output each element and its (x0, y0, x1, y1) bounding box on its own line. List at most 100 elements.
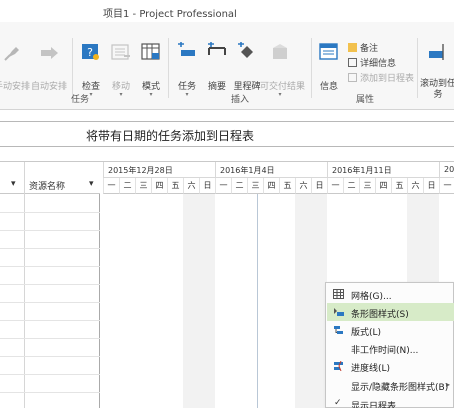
ribbon: 手动安排 自动安排 ? 检查 ▾ 移动 ▾ 模式 ▾ 任务 任务 ▾ 摘要 里程… (0, 22, 454, 110)
timescale-day: 日 (199, 178, 215, 194)
table-row[interactable] (0, 284, 100, 285)
scroll-to-task-button[interactable]: 滚动到任务 (419, 36, 454, 100)
table-row[interactable] (0, 212, 100, 213)
group-label-tasks: 任务 (71, 95, 90, 105)
add-to-timeline-button[interactable]: 添加到日程表 (348, 71, 414, 84)
timescale-day: 五 (167, 178, 183, 194)
table-row[interactable] (0, 392, 100, 393)
deliverable-button[interactable]: 可交付结果 ▾ (260, 36, 305, 98)
information-button[interactable]: 信息 (309, 36, 349, 98)
timescale-day: 一 (215, 178, 231, 194)
details-icon (348, 58, 357, 67)
menu-item-label: 条形图样式(S) (351, 310, 409, 320)
menu-item-bar-styles[interactable]: 条形图样式(S) (327, 303, 454, 321)
timescale-week: 2015年12月28日 (103, 162, 215, 178)
group-label-properties: 属性 (356, 95, 375, 105)
manual-schedule-button[interactable]: 手动安排 (0, 36, 32, 98)
notes-icon (348, 43, 357, 52)
timescale-day: 四 (263, 178, 279, 194)
timescale-week: 2016 (439, 162, 454, 178)
auto-schedule-icon (41, 47, 58, 59)
timescale-day: 五 (279, 178, 295, 194)
column-dropdown-icon[interactable]: ▾ (11, 179, 16, 189)
menu-item-label: 网格(G)... (351, 292, 392, 302)
timescale-day: 日 (311, 178, 327, 194)
menu-item-nonworking-time[interactable]: 非工作时间(N)... (327, 339, 454, 357)
menu-item-grid[interactable]: 网格(G)... (327, 285, 454, 303)
timescale-day: 日 (423, 178, 439, 194)
timeline-icon (348, 73, 357, 82)
timescale-day: 四 (375, 178, 391, 194)
timescale-day: 四 (151, 178, 167, 194)
notes-button[interactable]: 备注 (348, 41, 378, 54)
timescale-week: 2016年1月4日 (215, 162, 327, 178)
title-bar: 项目1 - Project Professional (0, 0, 454, 22)
milestone-icon (238, 42, 253, 58)
menu-item-label: 进度线(L) (351, 364, 391, 374)
svg-text:?: ? (87, 46, 93, 59)
timescale-week: 2016年1月11日 (327, 162, 439, 178)
window-title: 项目1 - Project Professional (103, 9, 237, 20)
menu-item-label: 显示日程表 (351, 402, 397, 408)
timescale-day: 一 (103, 178, 119, 194)
deliverable-icon (273, 44, 287, 59)
gantt-context-menu: 网格(G)... 条形图样式(S) 版式(L) 非工作时间(N)... 进度线(L) 显示… (325, 282, 454, 408)
table-row[interactable] (0, 338, 100, 339)
timescale-day: 三 (359, 178, 375, 194)
table-row[interactable] (0, 266, 100, 267)
layout-icon (333, 325, 344, 335)
mode-icon (141, 43, 160, 60)
table-row[interactable] (0, 230, 100, 231)
menu-item-label: 版式(L) (351, 328, 382, 338)
bar-styles-icon (333, 307, 344, 317)
inspect-icon: ? (82, 44, 99, 60)
group-label-insert: 插入 (231, 95, 250, 105)
table-row[interactable] (0, 248, 100, 249)
pushpin-icon (4, 47, 19, 61)
ribbon-separator (417, 38, 418, 98)
timescale-day: 二 (119, 178, 135, 194)
mode-button[interactable]: 模式 ▾ (131, 36, 171, 98)
column-header-left[interactable]: ▾ (0, 162, 24, 194)
submenu-arrow-icon: ▸ (445, 380, 450, 389)
timescale-day: 一 (439, 178, 454, 194)
timescale-day: 一 (327, 178, 343, 194)
nonworking-time-shade (183, 194, 199, 408)
nonworking-time-shade (295, 194, 311, 408)
auto-schedule-button[interactable]: 自动安排 (29, 36, 69, 98)
timeline-bar[interactable]: 将带有日期的任务添加到日程表 (0, 121, 454, 147)
project-start-line (257, 194, 258, 408)
move-icon (111, 44, 130, 60)
timescale-day: 二 (231, 178, 247, 194)
timescale-day: 六 (407, 178, 423, 194)
checkmark-icon: ✓ (334, 398, 342, 408)
nonworking-time-shade (199, 194, 215, 408)
table-row[interactable] (0, 320, 100, 321)
timescale-day: 五 (391, 178, 407, 194)
summary-icon (208, 42, 226, 55)
timescale-day: 三 (135, 178, 151, 194)
menu-item-label: 非工作时间(N)... (351, 346, 419, 356)
column-dropdown-icon[interactable]: ▾ (89, 179, 94, 189)
progress-lines-icon (333, 360, 344, 372)
menu-item-layout[interactable]: 版式(L) (327, 321, 454, 339)
column-header-resource-names[interactable]: 资源名称 ▾ (24, 162, 100, 194)
table-row[interactable] (0, 302, 100, 303)
details-button[interactable]: 详细信息 (348, 56, 396, 69)
scroll-to-task-icon (429, 44, 444, 60)
timescale-day: 六 (295, 178, 311, 194)
menu-item-label: 显示/隐藏条形图样式(B) (351, 383, 449, 393)
table-row[interactable] (0, 374, 100, 375)
column-divider (24, 162, 25, 408)
table-row[interactable] (0, 356, 100, 357)
timescale-day: 三 (247, 178, 263, 194)
grid-icon (333, 289, 344, 299)
menu-item-show-timeline[interactable]: ✓ 显示日程表 (327, 395, 454, 408)
menu-item-show-hide-bar-styles[interactable]: 显示/隐藏条形图样式(B) ▸ (327, 376, 454, 394)
task-insert-icon (178, 42, 195, 56)
task-sheet[interactable]: ▾ 资源名称 ▾ (0, 162, 100, 408)
information-icon (319, 43, 338, 60)
timescale-day: 二 (343, 178, 359, 194)
timeline-placeholder: 将带有日期的任务添加到日程表 (86, 129, 255, 143)
menu-item-progress-lines[interactable]: 进度线(L) (327, 357, 454, 375)
